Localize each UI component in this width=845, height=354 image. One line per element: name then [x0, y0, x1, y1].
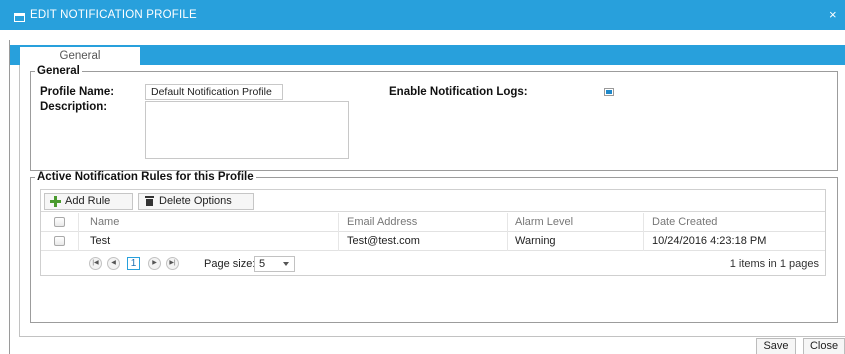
page-size-value: 5: [259, 258, 266, 270]
last-page-icon[interactable]: ▶|: [166, 257, 179, 270]
rule-email-cell: Test@test.com: [347, 235, 420, 247]
tab-strip: General: [10, 45, 845, 65]
profile-name-input[interactable]: [145, 84, 283, 100]
grid-toolbar: Add Rule Delete Options: [41, 190, 825, 212]
notification-rules-legend: Active Notification Rules for this Profi…: [37, 171, 254, 183]
dialog-titlebar[interactable]: EDIT NOTIFICATION PROFILE ×: [0, 0, 845, 30]
select-all-checkbox[interactable]: [54, 217, 65, 227]
page-size-select[interactable]: 5: [254, 256, 295, 272]
dialog-left-border: [9, 40, 10, 354]
add-rule-label: Add Rule: [65, 195, 111, 207]
page-number-button[interactable]: 1: [127, 257, 140, 270]
table-row[interactable]: Test Test@test.com Warning 10/24/2016 4:…: [41, 232, 825, 251]
next-page-icon[interactable]: ▶: [148, 257, 161, 270]
window-icon: [14, 13, 25, 22]
enable-notification-logs-checkbox[interactable]: [604, 88, 614, 96]
checkbox-checked-mark: [606, 90, 612, 94]
add-rule-button[interactable]: Add Rule: [44, 193, 133, 210]
edit-notification-profile-dialog: EDIT NOTIFICATION PROFILE × General Gene…: [0, 0, 845, 354]
grid-pager: |◀ ◀ 1 ▶ ▶| Page size: 5 1 items in 1 pa…: [41, 253, 825, 275]
previous-page-icon[interactable]: ◀: [107, 257, 120, 270]
enable-notification-logs-label: Enable Notification Logs:: [389, 86, 528, 98]
column-header-date-created[interactable]: Date Created: [652, 216, 717, 228]
column-header-email[interactable]: Email Address: [347, 216, 417, 228]
column-header-name[interactable]: Name: [90, 216, 119, 228]
delete-options-button[interactable]: Delete Options: [138, 193, 254, 210]
row-select-checkbox[interactable]: [54, 236, 65, 246]
save-button[interactable]: Save: [756, 338, 796, 354]
close-button[interactable]: Close: [803, 338, 845, 354]
rule-name-cell: Test: [90, 235, 111, 247]
delete-options-label: Delete Options: [159, 195, 232, 207]
close-icon[interactable]: ×: [829, 7, 837, 22]
description-input[interactable]: [145, 101, 349, 159]
description-label: Description:: [40, 101, 108, 113]
plus-icon: [50, 196, 61, 207]
rules-grid: Add Rule Delete Options Name Email Addre…: [40, 189, 826, 276]
chevron-down-icon: [283, 262, 289, 266]
dialog-title: EDIT NOTIFICATION PROFILE: [30, 9, 197, 21]
grid-header-row: Name Email Address Alarm Level Date Crea…: [41, 213, 825, 232]
rule-alarm-level-cell: Warning: [515, 235, 556, 247]
profile-name-label: Profile Name:: [40, 86, 115, 98]
general-section-legend: General: [37, 65, 80, 77]
rule-date-created-cell: 10/24/2016 4:23:18 PM: [652, 235, 767, 247]
tab-general[interactable]: General: [20, 47, 140, 65]
column-header-alarm-level[interactable]: Alarm Level: [515, 216, 573, 228]
first-page-icon[interactable]: |◀: [89, 257, 102, 270]
page-size-label: Page size:: [204, 258, 256, 270]
pager-info: 1 items in 1 pages: [729, 258, 819, 270]
trash-icon: [145, 196, 154, 206]
